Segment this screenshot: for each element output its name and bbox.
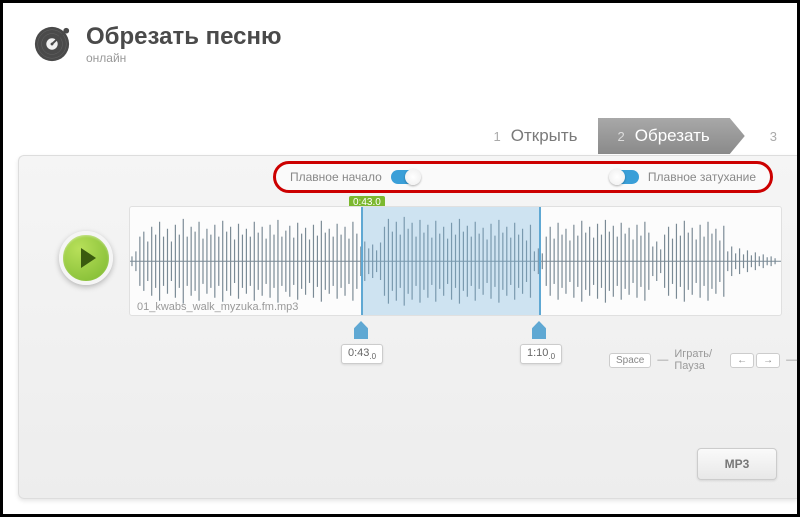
arrow-left-key-icon: ← <box>730 353 754 368</box>
fade-out-control: Плавное затухание <box>605 170 756 185</box>
app-title: Обрезать песню <box>86 23 282 51</box>
tab-open[interactable]: 1 Открыть <box>474 118 598 154</box>
selection-range[interactable] <box>361 207 541 315</box>
app-subtitle: онлайн <box>86 51 282 65</box>
selection-end-handle[interactable] <box>532 321 546 339</box>
fade-in-label: Плавное начало <box>290 170 382 184</box>
selection-end-time[interactable]: 1:10.0 <box>520 344 562 364</box>
fade-controls-highlighted: Плавное начало Плавное затухание <box>273 161 773 193</box>
selection-start-time[interactable]: 0:43.0 <box>341 344 383 364</box>
space-hint-label: Играть/Пауза <box>674 348 712 372</box>
step-tabs: 1 Открыть 2 Обрезать 3 <box>474 118 797 154</box>
vinyl-logo-icon <box>33 25 71 63</box>
space-key-icon: Space <box>609 353 651 368</box>
filename-label: 01_kwabs_walk_myzuka.fm.mp3 <box>137 301 298 313</box>
fade-in-control: Плавное начало <box>290 170 425 185</box>
fade-out-toggle[interactable] <box>611 170 639 184</box>
fade-in-toggle[interactable] <box>391 170 419 184</box>
fade-out-label: Плавное затухание <box>648 170 756 184</box>
tab-cut[interactable]: 2 Обрезать <box>598 118 745 154</box>
selection-start-handle[interactable] <box>354 321 368 339</box>
play-button[interactable] <box>59 231 113 285</box>
arrow-right-key-icon: → <box>756 353 780 368</box>
editor-panel: Плавное начало Плавное затухание 0:43.0 … <box>18 155 797 499</box>
keyboard-hints: Space — Играть/Пауза ← → — Указате <box>609 348 800 372</box>
tab-step3[interactable]: 3 <box>745 121 797 152</box>
format-button[interactable]: MP3 <box>697 448 777 480</box>
app-header: Обрезать песню онлайн <box>3 3 797 75</box>
waveform-area[interactable] <box>129 206 782 316</box>
